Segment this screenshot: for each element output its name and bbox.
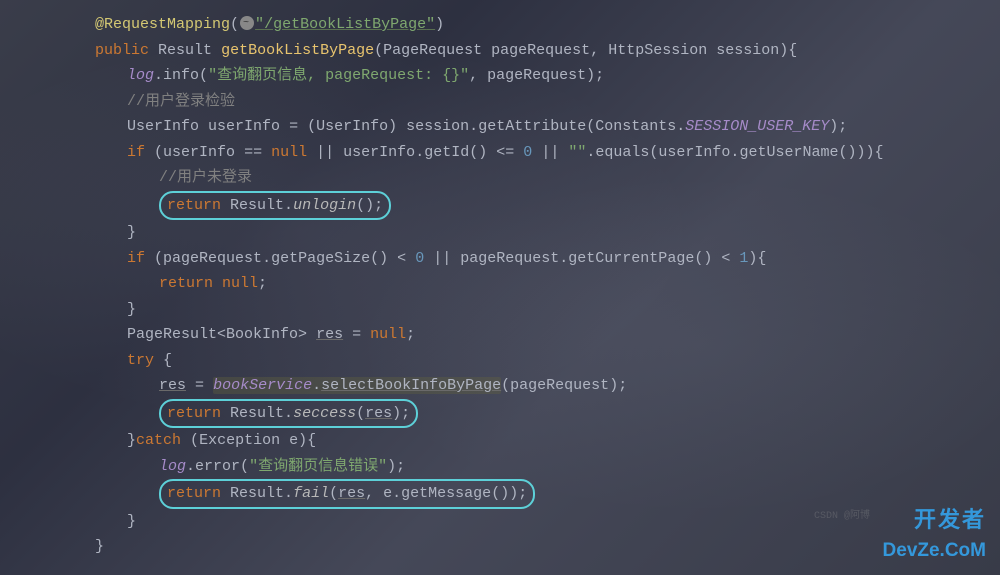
code-line-21: } (95, 534, 1000, 560)
code-line-14: try { (95, 348, 1000, 374)
highlight-box: return Result.seccess(res); (159, 399, 418, 429)
code-line-7: //用户未登录 (95, 165, 1000, 191)
code-line-10: if (pageRequest.getPageSize() < 0 || pag… (95, 246, 1000, 272)
highlight-box: return Result.fail(res, e.getMessage()); (159, 479, 535, 509)
site-watermark: 开发者 DevZe.CoM (883, 501, 986, 567)
code-line-11: return null; (95, 271, 1000, 297)
code-line-15: res = bookService.selectBookInfoByPage(p… (95, 373, 1000, 399)
highlight-box: return Result.unlogin(); (159, 191, 391, 221)
code-line-13: PageResult<BookInfo> res = null; (95, 322, 1000, 348)
code-editor[interactable]: @RequestMapping("/getBookListByPage") pu… (0, 0, 1000, 572)
code-line-8: return Result.unlogin(); (95, 191, 1000, 221)
code-line-2: public Result getBookListByPage(PageRequ… (95, 38, 1000, 64)
code-line-16: return Result.seccess(res); (95, 399, 1000, 429)
code-line-6: if (userInfo == null || userInfo.getId()… (95, 140, 1000, 166)
code-line-20: } (95, 509, 1000, 535)
code-line-3: log.info("查询翻页信息, pageRequest: {}", page… (95, 63, 1000, 89)
code-line-1: @RequestMapping("/getBookListByPage") (95, 12, 1000, 38)
code-line-9: } (95, 220, 1000, 246)
watermark-en: DevZe.CoM (883, 535, 986, 567)
code-line-4: //用户登录检验 (95, 89, 1000, 115)
globe-icon (240, 16, 254, 30)
annotation: @RequestMapping (95, 16, 230, 33)
code-line-19: return Result.fail(res, e.getMessage()); (95, 479, 1000, 509)
watermark-cn: 开发者 (883, 501, 986, 538)
code-line-18: log.error("查询翻页信息错误"); (95, 454, 1000, 480)
code-line-5: UserInfo userInfo = (UserInfo) session.g… (95, 114, 1000, 140)
code-line-12: } (95, 297, 1000, 323)
code-line-17: }catch (Exception e){ (95, 428, 1000, 454)
